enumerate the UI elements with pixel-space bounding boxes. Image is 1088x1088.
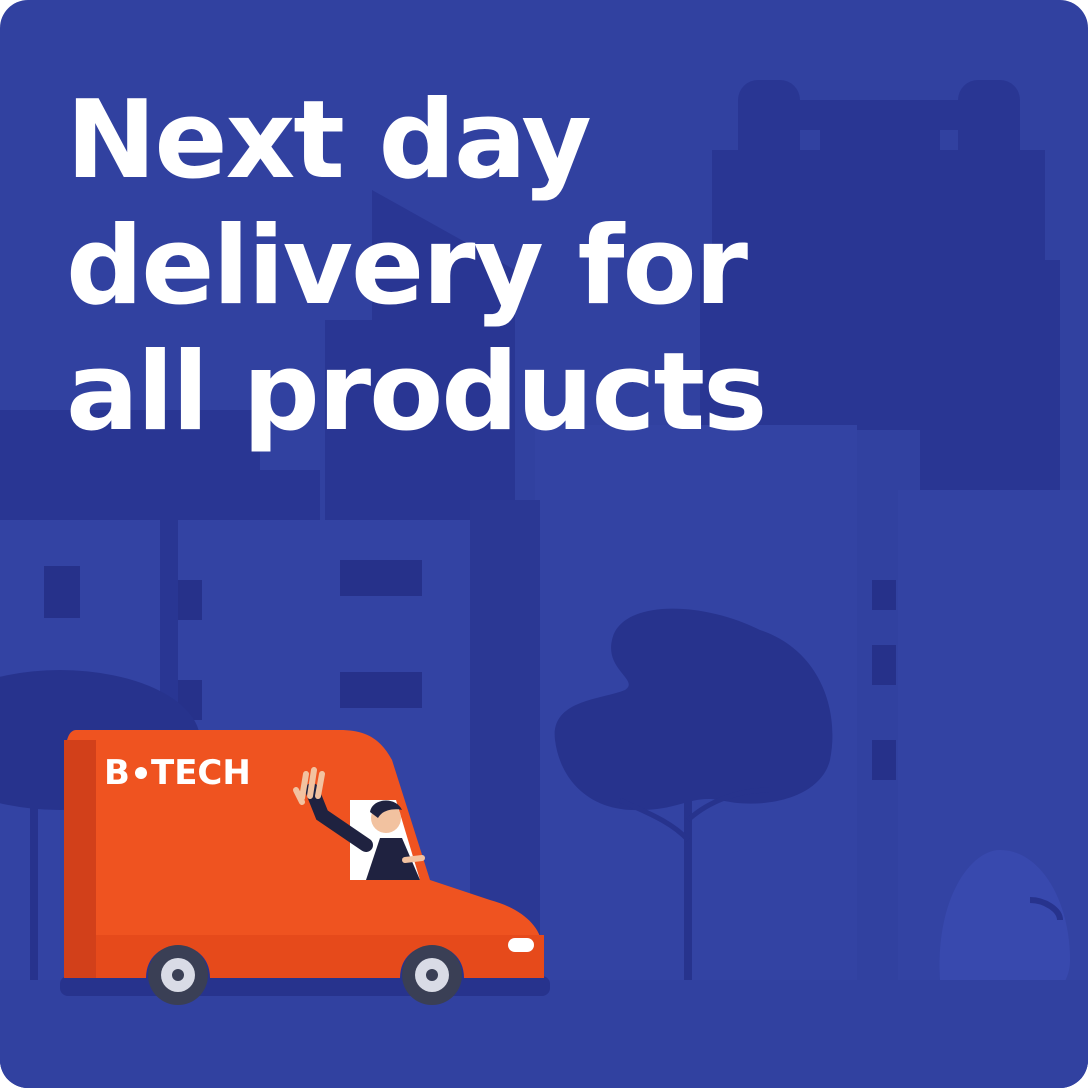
svg-text:TECH: TECH — [151, 753, 251, 793]
promo-card: Next day delivery for all products B TEC… — [0, 0, 1088, 1088]
btech-logo: B TECH — [104, 753, 251, 793]
van-wheel-icon — [148, 945, 208, 1005]
headline-line-2: delivery for — [66, 204, 748, 329]
headline: Next day delivery for all products — [66, 78, 767, 456]
svg-text:B: B — [104, 753, 130, 793]
van-wheel-icon — [402, 945, 462, 1005]
delivery-van-illustration: B TECH — [60, 730, 550, 1005]
headline-line-1: Next day — [66, 78, 592, 203]
headline-line-3: all products — [66, 330, 767, 455]
